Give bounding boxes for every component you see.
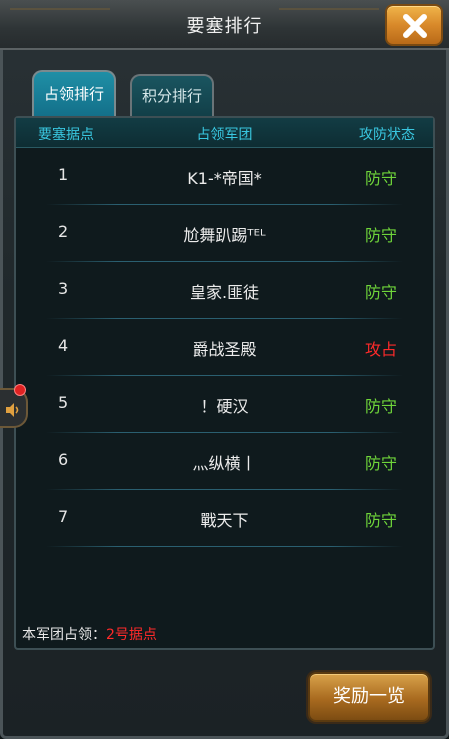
- notification-dot: [14, 384, 26, 396]
- speaker-icon: [6, 403, 19, 417]
- table-row[interactable]: 4 爵战圣殿 攻占: [16, 319, 433, 376]
- table-header: 要塞据点 占领军团 攻防状态: [16, 118, 433, 148]
- row-status: 防守: [364, 511, 397, 530]
- reward-overview-button[interactable]: 奖励一览: [308, 672, 430, 722]
- close-x-icon: [403, 14, 427, 38]
- tab-occupy-ranking[interactable]: 占领排行: [32, 70, 116, 116]
- tab-points-ranking[interactable]: 积分排行: [130, 74, 214, 116]
- occupied-fortress-info: 本军团占领：2号据点: [22, 624, 157, 644]
- row-status: 防守: [364, 454, 397, 473]
- title-bar: 要塞排行: [0, 0, 449, 50]
- window-title: 要塞排行: [186, 16, 263, 37]
- occupied-value: 2号据点: [106, 627, 157, 643]
- row-status: 防守: [364, 226, 397, 245]
- header-status: 攻防状态: [359, 127, 415, 143]
- row-status: 防守: [364, 397, 397, 416]
- row-status: 防守: [364, 169, 397, 188]
- table-row[interactable]: 1 K1-*帝国* 防守: [16, 148, 433, 205]
- row-status: 攻占: [364, 340, 397, 359]
- close-button[interactable]: [385, 4, 443, 46]
- ranking-panel: 要塞据点 占领军团 攻防状态 1 K1-*帝国* 防守 2 尬舞趴踢ᵀᴱᴸ 防守…: [14, 116, 435, 650]
- table-row[interactable]: 2 尬舞趴踢ᵀᴱᴸ 防守: [16, 205, 433, 262]
- table-row[interactable]: 3 皇家.匪徒 防守: [16, 262, 433, 319]
- table-row[interactable]: 7 戰天下 防守: [16, 490, 433, 547]
- row-status: 防守: [364, 283, 397, 302]
- table-row[interactable]: 5 ！硬汉 防守: [16, 376, 433, 433]
- table-row[interactable]: 6 灬纵横丨 防守: [16, 433, 433, 490]
- occupied-label: 本军团占领：: [22, 627, 106, 643]
- row-divider: [46, 546, 403, 547]
- side-chat-tab[interactable]: [0, 384, 28, 428]
